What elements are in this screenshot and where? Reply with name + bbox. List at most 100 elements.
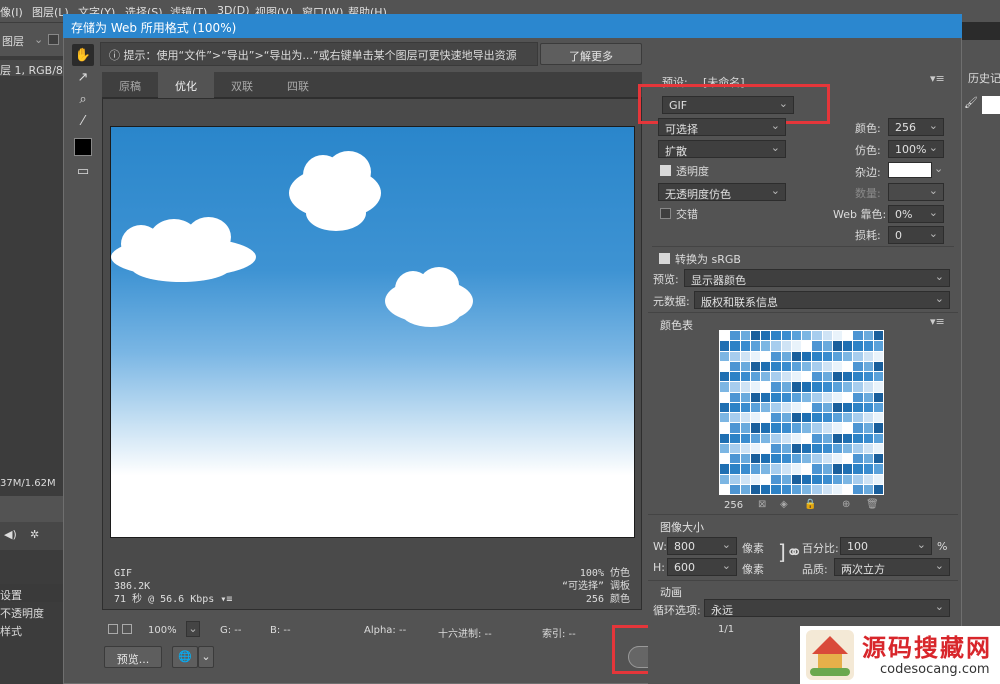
quality-select[interactable]: 两次立方 — [834, 558, 950, 576]
color-swatch[interactable] — [781, 454, 791, 464]
color-swatch[interactable] — [761, 413, 771, 423]
color-swatch[interactable] — [802, 402, 812, 412]
color-swatch[interactable] — [802, 372, 812, 382]
color-swatch[interactable] — [720, 433, 730, 443]
eyedropper-tool-icon[interactable]: ⁄ — [72, 110, 94, 132]
color-swatch[interactable] — [832, 372, 842, 382]
color-swatch[interactable] — [843, 423, 853, 433]
color-swatch[interactable] — [730, 392, 740, 402]
loop-select[interactable]: 永远 — [704, 599, 950, 617]
color-swatch[interactable] — [812, 361, 822, 371]
color-swatch[interactable] — [812, 464, 822, 474]
color-swatch[interactable] — [812, 341, 822, 351]
download-speed-menu-icon[interactable]: ▾≡ — [220, 594, 232, 605]
color-swatch[interactable] — [822, 341, 832, 351]
color-swatch[interactable] — [853, 372, 863, 382]
color-swatch[interactable] — [771, 464, 781, 474]
color-swatch[interactable] — [761, 402, 771, 412]
color-swatch[interactable] — [812, 433, 822, 443]
color-swatch[interactable] — [750, 361, 760, 371]
color-swatch[interactable] — [781, 331, 791, 341]
color-swatch[interactable] — [863, 351, 873, 361]
color-swatch[interactable] — [863, 402, 873, 412]
color-swatch[interactable] — [771, 402, 781, 412]
color-swatch[interactable] — [740, 382, 750, 392]
color-swatch[interactable] — [781, 351, 791, 361]
color-swatch[interactable] — [750, 484, 760, 494]
color-swatch[interactable] — [720, 341, 730, 351]
color-swatch[interactable] — [791, 361, 801, 371]
color-swatch[interactable] — [863, 433, 873, 443]
color-swatch[interactable] — [720, 372, 730, 382]
color-swatch[interactable] — [781, 361, 791, 371]
color-swatch[interactable] — [771, 382, 781, 392]
color-swatch[interactable] — [781, 474, 791, 484]
color-swatch[interactable] — [843, 443, 853, 453]
color-swatch[interactable] — [720, 402, 730, 412]
color-swatch[interactable] — [761, 351, 771, 361]
color-swatch[interactable] — [812, 484, 822, 494]
color-swatch[interactable] — [802, 392, 812, 402]
color-swatch[interactable] — [812, 402, 822, 412]
color-swatch[interactable] — [802, 341, 812, 351]
color-swatch[interactable] — [873, 372, 883, 382]
color-swatch[interactable] — [863, 382, 873, 392]
color-swatch[interactable] — [843, 392, 853, 402]
color-swatch[interactable] — [720, 413, 730, 423]
color-swatch[interactable] — [730, 351, 740, 361]
zoom-out-icon[interactable] — [108, 624, 118, 634]
color-swatch[interactable] — [802, 464, 812, 474]
color-table-grid[interactable] — [719, 330, 884, 495]
color-swatch[interactable] — [720, 392, 730, 402]
color-swatch[interactable] — [843, 402, 853, 412]
web-snap-select[interactable]: 0% — [888, 205, 944, 223]
color-swatch[interactable] — [853, 351, 863, 361]
metadata-select[interactable]: 版权和联系信息 — [694, 291, 950, 309]
color-swatch[interactable] — [853, 423, 863, 433]
interlace-checkbox[interactable] — [660, 208, 671, 219]
color-swatch[interactable] — [873, 423, 883, 433]
color-swatch[interactable] — [771, 361, 781, 371]
color-swatch[interactable] — [843, 351, 853, 361]
color-swatch[interactable] — [822, 433, 832, 443]
color-swatch[interactable] — [802, 361, 812, 371]
color-swatch[interactable] — [812, 423, 822, 433]
palette-select[interactable]: 可选择 — [658, 118, 786, 136]
color-swatch[interactable] — [832, 443, 842, 453]
dither-algorithm-select[interactable]: 扩散 — [658, 140, 786, 158]
color-swatch[interactable] — [740, 474, 750, 484]
menu-item-image[interactable]: 像(I) — [0, 4, 23, 20]
color-swatch[interactable] — [750, 392, 760, 402]
color-swatch[interactable] — [771, 341, 781, 351]
color-swatch[interactable] — [730, 423, 740, 433]
color-swatch[interactable] — [812, 382, 822, 392]
color-swatch[interactable] — [853, 464, 863, 474]
color-swatch[interactable] — [853, 331, 863, 341]
toggle-slices-icon[interactable]: ▭ — [72, 160, 94, 182]
color-swatch[interactable] — [720, 331, 730, 341]
color-swatch[interactable] — [740, 331, 750, 341]
color-swatch[interactable] — [720, 484, 730, 494]
color-swatch[interactable] — [740, 372, 750, 382]
color-swatch[interactable] — [873, 331, 883, 341]
color-swatch[interactable] — [720, 443, 730, 453]
color-swatch[interactable] — [822, 454, 832, 464]
color-swatch[interactable] — [863, 372, 873, 382]
color-swatch[interactable] — [863, 392, 873, 402]
color-swatch[interactable] — [832, 361, 842, 371]
color-swatch[interactable] — [750, 372, 760, 382]
color-swatch[interactable] — [750, 474, 760, 484]
color-swatch[interactable] — [791, 413, 801, 423]
color-swatch[interactable] — [832, 392, 842, 402]
color-table-menu-icon[interactable]: ▾≡ — [930, 315, 945, 328]
color-swatch[interactable] — [750, 402, 760, 412]
color-swatch[interactable] — [863, 331, 873, 341]
color-swatch[interactable] — [873, 454, 883, 464]
auto-select-checkbox[interactable] — [48, 34, 59, 45]
color-swatch[interactable] — [761, 372, 771, 382]
add-color-icon[interactable]: ⊕ — [842, 499, 850, 510]
color-swatch[interactable] — [740, 484, 750, 494]
color-swatch[interactable] — [802, 454, 812, 464]
color-swatch[interactable] — [802, 413, 812, 423]
color-swatch[interactable] — [832, 351, 842, 361]
